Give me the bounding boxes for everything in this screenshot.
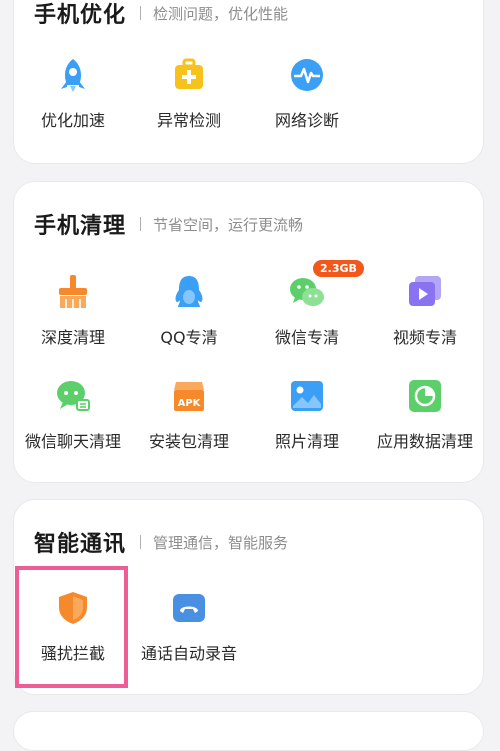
item-label: 安装包清理 [148,432,229,451]
phone-clean-card: 手机清理 节省空间，运行更流畅 深度清理 QQ专清 2.3GB 微信专清 视频专… [13,181,484,483]
wechat-clean-button[interactable]: 2.3GB 微信专清 [248,260,366,348]
item-label: 应用数据清理 [376,432,473,451]
card-header: 手机清理 节省空间，运行更流畅 [34,208,303,240]
network-pulse-icon [289,57,325,93]
item-label: 微信专清 [274,328,339,347]
section-subtitle: 管理通信，智能服务 [153,533,289,552]
section-title: 手机清理 [34,214,127,239]
anomaly-check-button[interactable]: 异常检测 [130,57,248,131]
wechat-chat-clean-button[interactable]: 微信聊天清理 [14,378,132,452]
deep-clean-button[interactable]: 深度清理 [14,274,132,348]
item-label: 深度清理 [40,328,105,347]
apk-text: APK [178,398,202,409]
phone-record-icon [171,590,207,626]
item-label: 微信聊天清理 [24,432,121,451]
divider [140,535,142,549]
item-label: 异常检测 [156,111,221,130]
photo-icon [289,378,325,414]
item-label: 网络诊断 [274,111,339,130]
medical-kit-icon [171,57,207,93]
pie-chart-icon [407,378,443,414]
highlight-frame [15,566,128,688]
photo-clean-button[interactable]: 照片清理 [248,378,366,452]
item-label: QQ专清 [160,328,218,347]
card-header: 手机优化 检测问题，优化性能 [34,0,288,29]
section-title: 手机优化 [34,3,127,28]
call-recording-button[interactable]: 通话自动录音 [130,590,248,664]
app-data-clean-button[interactable]: 应用数据清理 [366,378,484,452]
network-diagnose-button[interactable]: 网络诊断 [248,57,366,131]
video-play-icon [407,274,443,310]
wechat-chat-icon [55,378,91,414]
wechat-icon: 2.3GB [289,260,364,310]
apk-clean-button[interactable]: APK 安装包清理 [130,378,248,452]
section-subtitle: 检测问题，优化性能 [153,4,289,23]
item-label: 照片清理 [274,432,339,451]
card-header: 智能通讯 管理通信，智能服务 [34,526,288,558]
item-label: 通话自动录音 [140,644,237,663]
phone-optimize-card: 手机优化 检测问题，优化性能 优化加速 异常检测 网络诊断 [13,0,484,164]
divider [140,217,142,231]
rocket-icon [55,57,91,93]
item-label: 视频专清 [392,328,457,347]
item-label: 优化加速 [40,111,105,130]
broom-icon [55,274,91,310]
qq-clean-button[interactable]: QQ专清 [130,274,248,348]
optimize-speed-button[interactable]: 优化加速 [14,57,132,131]
section-title: 智能通讯 [34,532,127,557]
section-subtitle: 节省空间，运行更流畅 [153,215,304,234]
qq-penguin-icon [171,274,207,310]
video-clean-button[interactable]: 视频专清 [366,274,484,348]
apk-box-icon: APK [171,378,207,414]
next-card-peek [13,711,484,751]
divider [140,6,142,20]
storage-badge: 2.3GB [313,260,364,277]
